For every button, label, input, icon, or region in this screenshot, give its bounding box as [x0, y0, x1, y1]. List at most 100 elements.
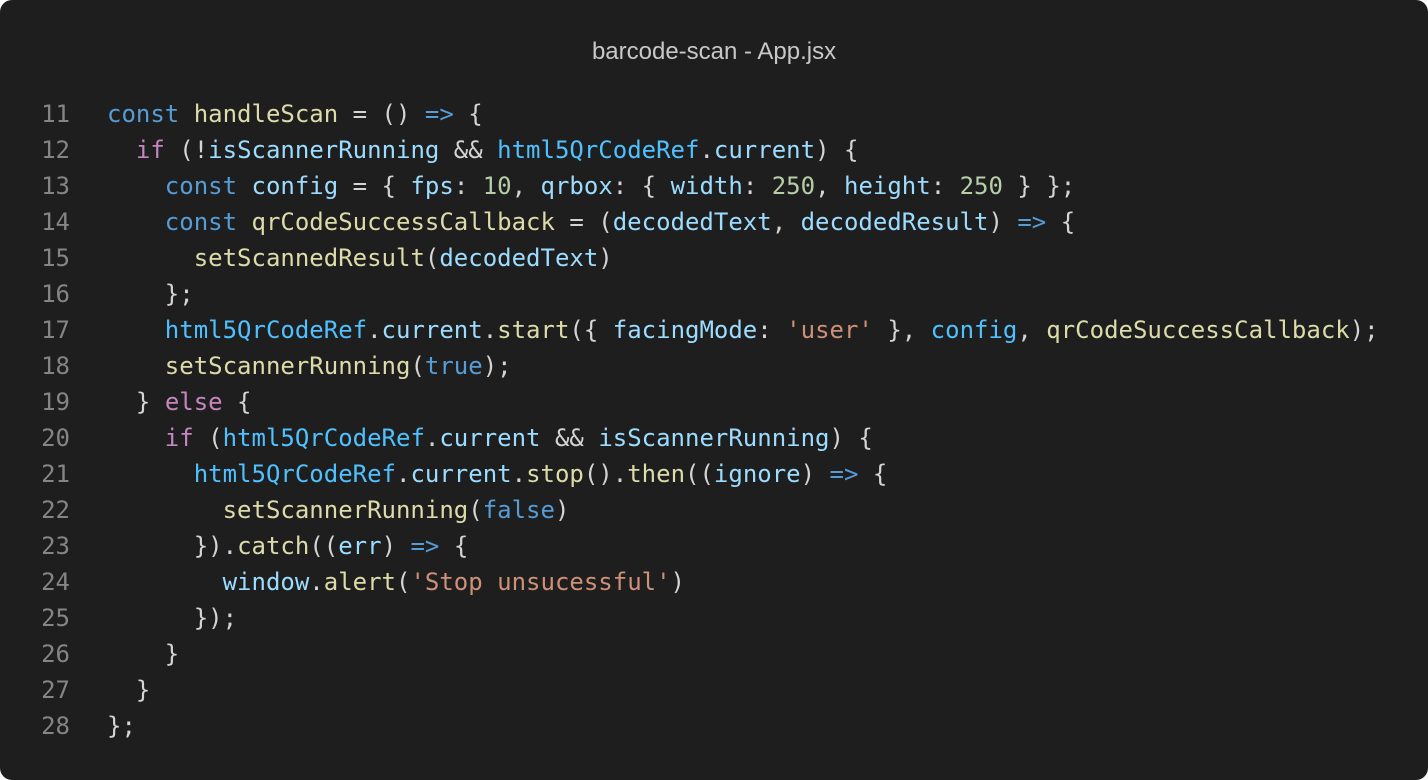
code-token: ) [554, 496, 570, 524]
code-token: true [424, 352, 483, 380]
code-token: else [164, 388, 223, 416]
code-token: 'user' [786, 316, 873, 344]
line-number: 17 [41, 316, 70, 344]
line-text: }; [107, 276, 194, 312]
code-token: const [164, 208, 238, 236]
code-token: height [844, 172, 931, 200]
code-token: }); [193, 604, 238, 632]
code-line[interactable]: 17 html5QrCodeRef.current.start({ facing… [0, 312, 1428, 348]
code-token: . [511, 460, 527, 488]
code-token: = ( [554, 208, 613, 236]
code-token: (! [164, 136, 209, 164]
code-editor[interactable]: 11 const handleScan = () => {12 if (!isSc… [0, 96, 1428, 744]
code-token: 10 [482, 172, 512, 200]
code-line[interactable]: 14 const qrCodeSuccessCallback = (decode… [0, 204, 1428, 240]
code-line[interactable]: 28}; [0, 708, 1428, 744]
line-number: 18 [41, 352, 70, 380]
code-token: (( [309, 532, 339, 560]
code-line[interactable]: 25 }); [0, 600, 1428, 636]
line-number: 21 [41, 460, 70, 488]
code-token: , [815, 172, 844, 200]
code-token: qrbox [540, 172, 613, 200]
code-token: { [453, 100, 483, 128]
code-line[interactable]: 26 } [0, 636, 1428, 672]
code-token: { [858, 460, 888, 488]
line-number: 22 [41, 496, 70, 524]
code-token: ) [381, 532, 411, 560]
code-token: const [164, 172, 238, 200]
code-token: }, [872, 316, 931, 344]
code-token: current [713, 136, 816, 164]
code-token: decodedText [612, 208, 772, 236]
code-token: ( [468, 496, 483, 524]
code-token: }). [193, 532, 238, 560]
line-text: setScannerRunning(true); [107, 348, 512, 384]
code-token: (( [685, 460, 714, 488]
code-line[interactable]: 27 } [0, 672, 1428, 708]
code-token: alert [323, 568, 396, 596]
code-line[interactable]: 24 window.alert('Stop unsucessful') [0, 564, 1428, 600]
line-number: 19 [41, 388, 70, 416]
code-token: if [135, 136, 165, 164]
code-token: current [439, 424, 541, 452]
code-line[interactable]: 20 if (html5QrCodeRef.current && isScann… [0, 420, 1428, 456]
code-token: => [410, 532, 440, 560]
code-token: } [164, 640, 180, 668]
code-line[interactable]: 22 setScannerRunning(false) [0, 492, 1428, 528]
code-token: ignore [713, 460, 801, 488]
code-line[interactable]: 12 if (!isScannerRunning && html5QrCodeR… [0, 132, 1428, 168]
line-text: }); [107, 600, 237, 636]
code-token: { [1046, 208, 1076, 236]
code-token: } }; [1002, 172, 1076, 200]
code-token: ) [598, 244, 613, 272]
code-token: decodedText [439, 244, 599, 272]
code-token: . [309, 568, 324, 596]
line-number: 12 [41, 136, 70, 164]
code-token: = { [338, 172, 411, 200]
code-token: : [742, 172, 772, 200]
line-text: } else { [107, 384, 252, 420]
code-token: { [439, 532, 469, 560]
code-token: handleScan [193, 100, 339, 128]
line-text: } [107, 636, 179, 672]
code-line[interactable]: 18 setScannerRunning(true); [0, 348, 1428, 384]
code-token: window [222, 568, 310, 596]
window-title: barcode-scan - App.jsx [591, 38, 837, 65]
code-token: 250 [959, 172, 1003, 200]
code-token: } [135, 676, 151, 704]
code-line[interactable]: 11 const handleScan = () => { [0, 96, 1428, 132]
code-token: ); [482, 352, 512, 380]
code-line[interactable]: 23 }).catch((err) => { [0, 528, 1428, 564]
code-token: config [930, 316, 1018, 344]
code-line[interactable]: 21 html5QrCodeRef.current.stop().then((i… [0, 456, 1428, 492]
code-token: : [453, 172, 483, 200]
code-token: const [107, 100, 180, 128]
code-token: setScannerRunning [222, 496, 469, 524]
code-token: , [511, 172, 541, 200]
code-line[interactable]: 15 setScannedResult(decodedText) [0, 240, 1428, 276]
code-line[interactable]: 16 }; [0, 276, 1428, 312]
code-line[interactable]: 19 } else { [0, 384, 1428, 420]
code-token: setScannedResult [193, 244, 425, 272]
line-number: 25 [41, 604, 70, 632]
line-text: if (html5QrCodeRef.current && isScannerR… [107, 420, 873, 456]
line-number: 24 [41, 568, 70, 596]
code-token: decodedResult [800, 208, 989, 236]
code-line[interactable]: 13 const config = { fps: 10, qrbox: { wi… [0, 168, 1428, 204]
code-token: }; [107, 712, 136, 740]
line-number: 26 [41, 640, 70, 668]
code-token: ( [396, 568, 411, 596]
line-text: html5QrCodeRef.current.start({ facingMod… [107, 312, 1379, 348]
line-text: html5QrCodeRef.current.stop().then((igno… [107, 456, 888, 492]
